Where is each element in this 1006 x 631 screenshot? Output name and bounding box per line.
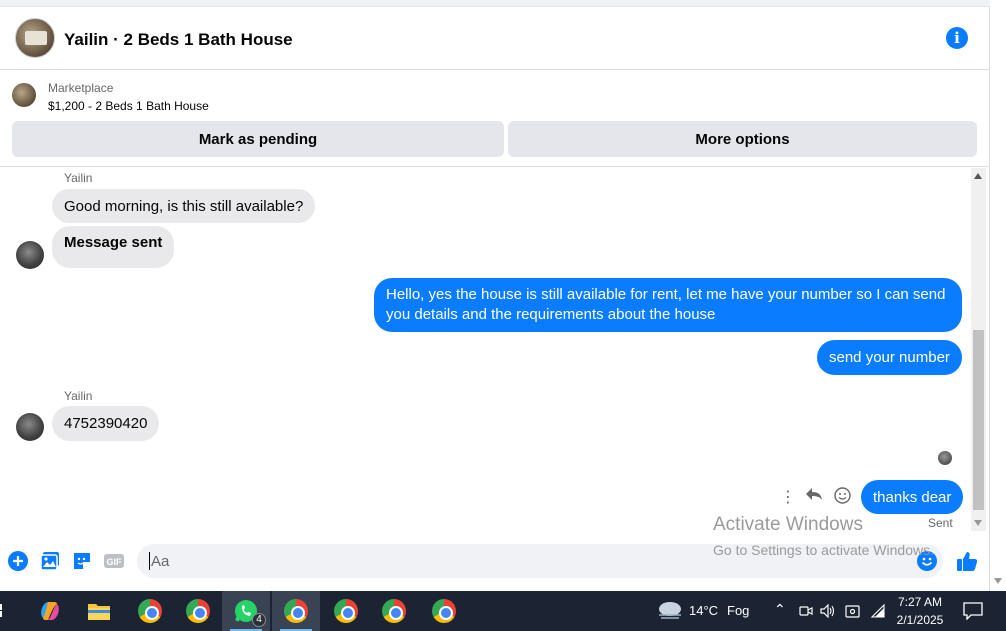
network-settings-icon[interactable] xyxy=(845,603,861,624)
scroll-down-arrow[interactable] xyxy=(974,520,982,526)
info-icon[interactable]: i xyxy=(946,27,968,49)
chrome-icon[interactable] xyxy=(322,591,370,631)
listing-thumbnail[interactable] xyxy=(12,83,36,107)
top-strip xyxy=(0,0,990,7)
copilot-icon[interactable] xyxy=(26,591,74,631)
folder-icon[interactable] xyxy=(75,591,123,631)
marketplace-panel: Marketplace $1,200 - 2 Beds 1 Bath House… xyxy=(0,71,990,167)
message-status: Sent xyxy=(928,516,953,530)
chevron-up-icon[interactable]: ⌃ xyxy=(774,601,786,618)
image-icon[interactable] xyxy=(40,551,60,571)
meet-now-icon[interactable] xyxy=(799,604,813,623)
chrome-icon[interactable] xyxy=(272,591,320,631)
more-options-button[interactable]: More options xyxy=(508,121,977,157)
message-input-placeholder: Aa xyxy=(151,552,170,570)
like-icon[interactable] xyxy=(956,550,978,571)
text-caret xyxy=(149,552,150,570)
sender-name: Yailin xyxy=(64,171,93,185)
whatsapp-badge: 4 xyxy=(252,613,266,627)
chrome-icon[interactable] xyxy=(126,591,174,631)
incoming-message[interactable]: Good morning, is this still available? xyxy=(52,189,316,223)
volume-icon[interactable] xyxy=(820,603,836,623)
svg-text:GIF: GIF xyxy=(107,557,123,567)
message-input[interactable]: Aa xyxy=(137,544,943,578)
windows-taskbar: 4 14°C Fog ⌃ 7:27 AM 2/1/2025 xyxy=(0,591,1006,631)
emoji-icon[interactable] xyxy=(917,551,937,571)
page-scroll-down-arrow[interactable] xyxy=(994,578,1002,584)
conversation-avatar[interactable] xyxy=(15,18,55,58)
thread-scrollbar[interactable] xyxy=(971,168,986,531)
outgoing-message[interactable]: send your number xyxy=(817,340,962,375)
marketplace-label: Marketplace xyxy=(48,81,114,95)
weather-description[interactable]: Fog xyxy=(727,603,749,618)
outgoing-message[interactable]: Hello, yes the house is still available … xyxy=(374,278,962,332)
clock-time[interactable]: 7:27 AM xyxy=(894,595,946,609)
seen-avatar xyxy=(938,451,952,465)
messenger-window: Yailin · 2 Beds 1 Bath House i Marketpla… xyxy=(0,0,990,591)
notification-icon[interactable] xyxy=(963,602,983,625)
whatsapp-icon[interactable]: 4 xyxy=(222,591,270,631)
add-icon[interactable] xyxy=(8,551,28,571)
react-icon[interactable] xyxy=(834,487,851,509)
reply-icon[interactable] xyxy=(805,486,823,507)
sender-avatar[interactable] xyxy=(16,413,44,441)
start-icon[interactable] xyxy=(0,591,10,631)
sender-name: Yailin xyxy=(64,389,93,403)
conversation-header: Yailin · 2 Beds 1 Bath House i xyxy=(0,8,990,70)
weather-temperature[interactable]: 14°C xyxy=(689,603,718,618)
chrome-icon[interactable] xyxy=(174,591,222,631)
mark-as-pending-button[interactable]: Mark as pending xyxy=(12,121,504,157)
sticker-icon[interactable] xyxy=(72,551,92,571)
message-composer: GIF Aa xyxy=(0,538,990,584)
chrome-icon[interactable] xyxy=(370,591,418,631)
outgoing-message[interactable]: thanks dear xyxy=(861,480,964,514)
sender-avatar[interactable] xyxy=(16,241,44,269)
scrollbar-thumb[interactable] xyxy=(973,330,984,510)
clock-date[interactable]: 2/1/2025 xyxy=(894,613,946,627)
listing-title[interactable]: $1,200 - 2 Beds 1 Bath House xyxy=(48,99,209,113)
incoming-message[interactable]: 4752390420 xyxy=(52,406,160,441)
scroll-up-arrow[interactable] xyxy=(974,173,982,179)
cloud-icon[interactable] xyxy=(656,599,684,626)
more-icon[interactable]: ⋮ xyxy=(780,487,796,507)
wifi-icon[interactable] xyxy=(870,603,886,623)
message-thread: Yailin Good morning, is this still avail… xyxy=(0,168,970,533)
chrome-icon[interactable] xyxy=(420,591,468,631)
incoming-message-sent-notice[interactable]: Message sent xyxy=(52,226,175,268)
gif-icon[interactable]: GIF xyxy=(104,551,124,571)
conversation-title[interactable]: Yailin · 2 Beds 1 Bath House xyxy=(64,30,293,50)
